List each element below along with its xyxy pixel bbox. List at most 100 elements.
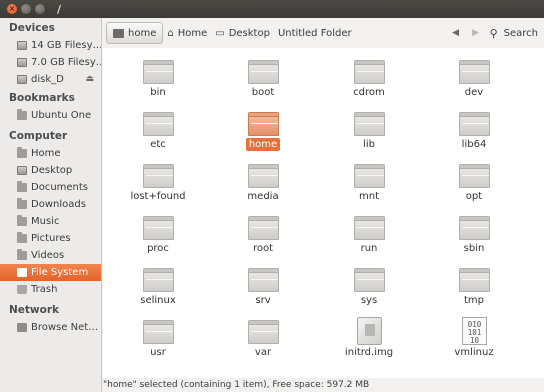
folder-icon (143, 268, 174, 292)
file-name: media (247, 191, 279, 202)
sidebar-item-label: Videos (31, 250, 65, 261)
file-item-label: root (218, 243, 308, 254)
file-item[interactable]: opt (429, 156, 519, 208)
file-name: usr (150, 347, 166, 358)
breadcrumb-label: home (128, 27, 157, 39)
file-name: bin (150, 87, 166, 98)
search-button[interactable]: ⚲ Search (486, 27, 544, 40)
folder-icon (248, 216, 279, 240)
file-item[interactable]: selinux (113, 260, 203, 312)
sidebar-item[interactable]: 7.0 GB Filesy… (0, 54, 101, 71)
breadcrumb-untitled-folder[interactable]: Untitled Folder (274, 22, 356, 44)
file-item[interactable]: sbin (429, 208, 519, 260)
file-item[interactable]: initrd.img (324, 312, 414, 364)
sidebar-item[interactable]: Home (0, 145, 101, 162)
file-name: selinux (140, 295, 176, 306)
sidebar-item[interactable]: disk_D ⏏ (0, 71, 101, 88)
file-item[interactable]: var (218, 312, 308, 364)
breadcrumb-home[interactable]: ⌂ Home (163, 22, 211, 44)
file-item-label: selinux (113, 295, 203, 306)
back-button[interactable]: ◀ (446, 28, 466, 38)
sidebar-item-label: Desktop (31, 165, 73, 176)
eject-icon[interactable]: ⏏ (85, 71, 94, 88)
file-item-label: vmlinuz (429, 347, 519, 358)
breadcrumb-desktop[interactable]: ▭ Desktop (211, 22, 274, 44)
file-item[interactable]: media (218, 156, 308, 208)
sidebar-item-label: disk_D (31, 74, 64, 85)
sidebar-item-label: Music (31, 216, 60, 227)
file-item-label: mnt (324, 191, 414, 202)
file-name: sbin (463, 243, 485, 254)
file-item-label: srv (218, 295, 308, 306)
file-item[interactable]: srv (218, 260, 308, 312)
folder-icon (354, 60, 385, 84)
sidebar-item-label: Trash (31, 284, 58, 295)
file-item-label: etc (113, 139, 203, 150)
file-item[interactable]: run (324, 208, 414, 260)
file-item[interactable]: lib (324, 104, 414, 156)
file-item[interactable]: bin (113, 52, 203, 104)
file-item-label: lost+found (113, 191, 203, 202)
folder-icon (248, 112, 279, 136)
file-view[interactable]: bin boot cdrom dev etc home lib lib64 lost+found… (103, 48, 544, 378)
file-name: lost+found (130, 191, 186, 202)
file-item[interactable]: 010 101 10 vmlinuz (429, 312, 519, 364)
sidebar-item[interactable]: Music (0, 213, 101, 230)
file-item[interactable]: dev (429, 52, 519, 104)
file-item-label: home (218, 138, 308, 151)
sidebar-item-label: Documents (31, 182, 89, 193)
file-name: proc (147, 243, 169, 254)
desktop-icon: ▭ (215, 27, 225, 39)
trash-icon (17, 285, 27, 294)
file-item[interactable]: proc (113, 208, 203, 260)
home-icon: ⌂ (167, 27, 174, 39)
file-item[interactable]: boot (218, 52, 308, 104)
file-item-label: var (218, 347, 308, 358)
file-item[interactable]: usr (113, 312, 203, 364)
search-icon: ⚲ (489, 26, 498, 40)
drive-icon (113, 28, 124, 38)
sidebar-heading-computer: Computer (9, 130, 68, 142)
file-name: srv (255, 295, 271, 306)
sidebar-item[interactable]: Trash (0, 281, 101, 298)
file-item[interactable]: lib64 (429, 104, 519, 156)
file-item[interactable]: cdrom (324, 52, 414, 104)
sidebar-item[interactable]: Desktop (0, 162, 101, 179)
file-item-label: dev (429, 87, 519, 98)
sidebar-item-label: Ubuntu One (31, 110, 92, 121)
sidebar-item[interactable]: File System (0, 264, 101, 281)
sidebar-item[interactable]: Pictures (0, 230, 101, 247)
file-item[interactable]: lost+found (113, 156, 203, 208)
minimize-window-button[interactable] (21, 4, 31, 14)
file-item[interactable]: mnt (324, 156, 414, 208)
folder-icon (143, 164, 174, 188)
file-item[interactable]: home (218, 104, 308, 156)
file-item[interactable]: sys (324, 260, 414, 312)
close-window-button[interactable]: × (7, 4, 17, 14)
sidebar-heading-network: Network (9, 304, 60, 316)
file-item-label: opt (429, 191, 519, 202)
file-item[interactable]: tmp (429, 260, 519, 312)
file-name: initrd.img (344, 347, 394, 358)
sidebar-heading-devices: Devices (9, 22, 55, 34)
sidebar-item[interactable]: Documents (0, 179, 101, 196)
file-name: opt (465, 191, 483, 202)
binary-file-icon: 010 101 10 (462, 317, 487, 345)
breadcrumb-root-button[interactable]: home (106, 22, 164, 44)
sidebar-item[interactable]: 14 GB Filesy… (0, 37, 101, 54)
folder-icon (17, 215, 27, 226)
file-item[interactable]: root (218, 208, 308, 260)
forward-button[interactable]: ▶ (466, 28, 486, 38)
sidebar-item-label: 7.0 GB Filesy… (31, 57, 101, 68)
file-item[interactable]: etc (113, 104, 203, 156)
sidebar-item[interactable]: Ubuntu One (0, 107, 101, 124)
folder-icon (143, 320, 174, 344)
desktop-icon (17, 166, 27, 175)
sidebar-item[interactable]: Browse Net… (0, 319, 101, 336)
folder-icon (17, 198, 27, 209)
sidebar-item[interactable]: Downloads (0, 196, 101, 213)
file-name: boot (251, 87, 275, 98)
sidebar-item[interactable]: Videos (0, 247, 101, 264)
maximize-window-button[interactable] (35, 4, 45, 14)
folder-icon (17, 181, 27, 192)
